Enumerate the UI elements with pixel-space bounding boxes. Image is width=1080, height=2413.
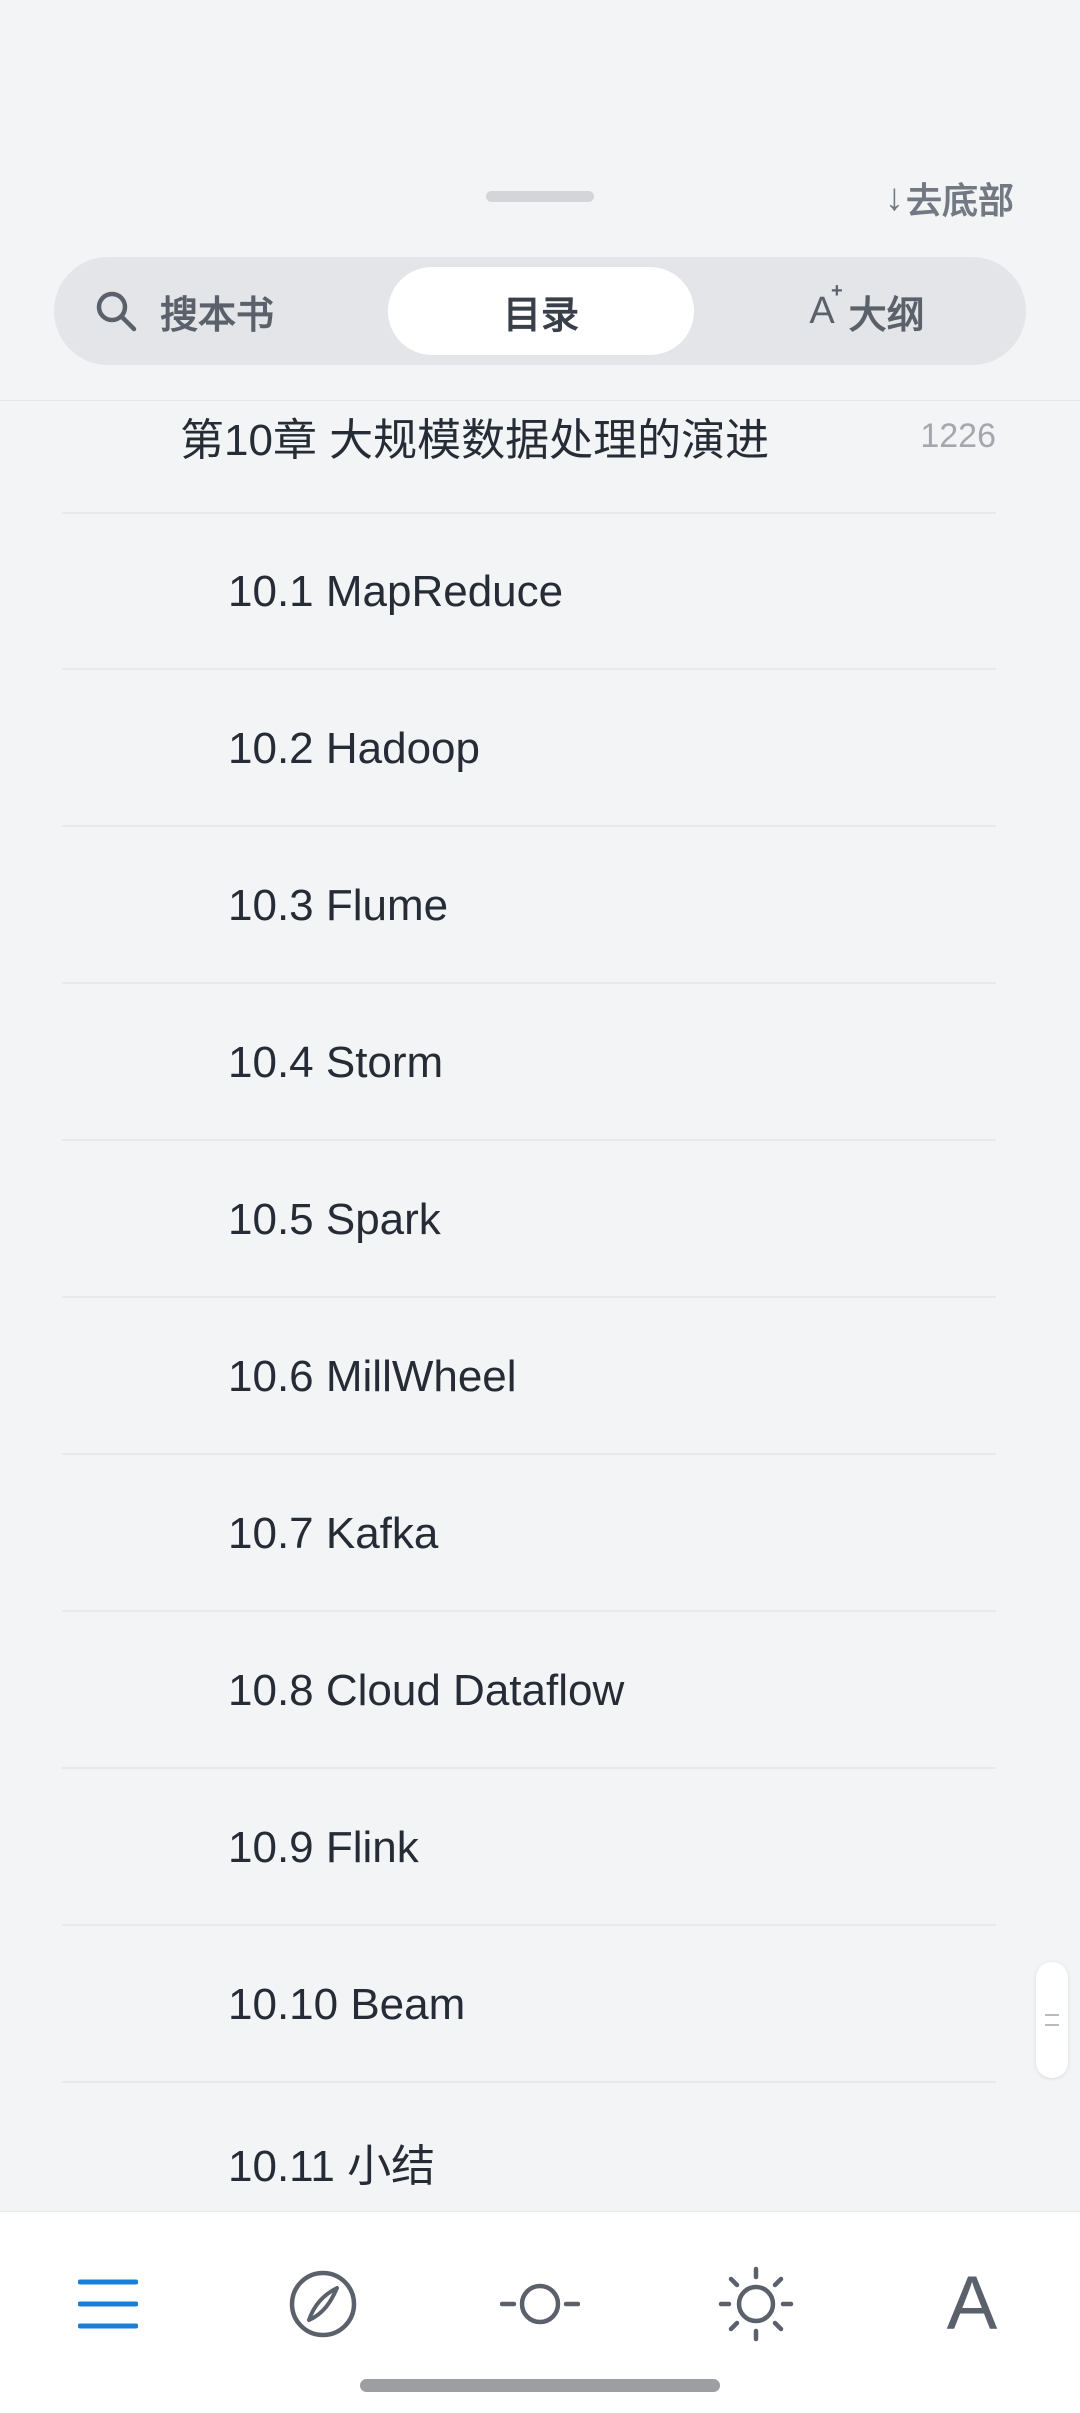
divider (62, 2081, 996, 2083)
tab-search-book-label: 搜本书 (160, 294, 275, 337)
search-icon (96, 291, 137, 332)
toc-section-label: 10.3 Flume (228, 881, 449, 930)
toc-section-item[interactable]: 10.3 Flume (0, 828, 1080, 984)
toc-section-label: 10.9 Flink (228, 1823, 419, 1872)
brightness-button[interactable] (706, 2254, 806, 2354)
toc-section-item[interactable]: 10.2 Hadoop (0, 671, 1080, 827)
go-bottom-button[interactable]: ↓ 去底部 (885, 174, 1014, 222)
divider (62, 668, 996, 670)
menu-icon (78, 2279, 138, 2329)
toc-section-item[interactable]: 10.9 Flink (0, 1770, 1080, 1926)
toc-section-item[interactable]: 10.6 MillWheel (0, 1299, 1080, 1455)
divider (62, 982, 996, 984)
tab-table-of-contents[interactable]: 目录 (388, 267, 694, 355)
toc-section-label: 10.2 Hadoop (228, 724, 480, 773)
divider (62, 825, 996, 827)
sheet-grab-handle[interactable] (486, 191, 594, 202)
divider (62, 1296, 996, 1298)
toc-list[interactable]: 第10章 大规模数据处理的演进 1226 10.1 MapReduce 10.2… (0, 401, 1080, 2211)
tab-outline[interactable]: A + 大纲 (742, 267, 992, 355)
progress-icon (500, 2283, 580, 2325)
go-bottom-label: 去底部 (905, 180, 1014, 221)
progress-button[interactable] (490, 2254, 590, 2354)
tab-search-book[interactable]: 搜本书 (94, 267, 394, 355)
fast-scroll-thumb[interactable] (1036, 1962, 1068, 2078)
toc-section-label: 10.8 Cloud Dataflow (228, 1666, 625, 1715)
divider (62, 1767, 996, 1769)
toc-section-item[interactable]: 10.10 Beam (0, 1927, 1080, 2083)
toc-section-item[interactable]: 10.5 Spark (0, 1142, 1080, 1298)
divider (62, 1924, 996, 1926)
toc-section-label: 10.6 MillWheel (228, 1352, 517, 1401)
tab-outline-label: 大纲 (848, 294, 925, 337)
panel-tabs: 搜本书 目录 A + 大纲 (54, 257, 1026, 365)
toc-section-item[interactable]: 10.8 Cloud Dataflow (0, 1613, 1080, 1769)
ai-outline-icon: A + (809, 279, 843, 332)
discover-button[interactable] (273, 2254, 373, 2354)
toc-menu-button[interactable] (58, 2254, 158, 2354)
font-icon: A (946, 2261, 998, 2346)
toc-section-item[interactable]: 10.1 MapReduce (0, 514, 1080, 670)
toc-chapter-page: 1226 (920, 416, 996, 455)
toc-section-label: 10.4 Storm (228, 1038, 444, 1087)
divider (62, 1610, 996, 1612)
home-indicator[interactable] (360, 2379, 720, 2392)
toc-chapter-label: 第10章 大规模数据处理的演进 (180, 416, 770, 465)
font-settings-button[interactable]: A (922, 2254, 1022, 2354)
divider (62, 1139, 996, 1141)
brightness-icon (718, 2266, 794, 2342)
compass-icon (289, 2270, 357, 2338)
toc-chapter-item[interactable]: 第10章 大规模数据处理的演进 1226 (0, 401, 1080, 514)
toc-section-label: 10.5 Spark (228, 1195, 441, 1244)
arrow-down-icon: ↓ (884, 177, 904, 219)
toc-section-item[interactable]: 10.4 Storm (0, 985, 1080, 1141)
toc-section-item[interactable]: 10.7 Kafka (0, 1456, 1080, 1612)
toc-section-item[interactable]: 10.11 小结 (0, 2084, 1080, 2211)
toc-section-label: 10.11 小结 (228, 2142, 436, 2191)
toc-section-label: 10.10 Beam (228, 1980, 466, 2029)
toc-section-label: 10.1 MapReduce (228, 567, 564, 616)
divider (62, 1453, 996, 1455)
toc-section-label: 10.7 Kafka (228, 1509, 439, 1558)
tab-table-of-contents-label: 目录 (502, 294, 579, 337)
